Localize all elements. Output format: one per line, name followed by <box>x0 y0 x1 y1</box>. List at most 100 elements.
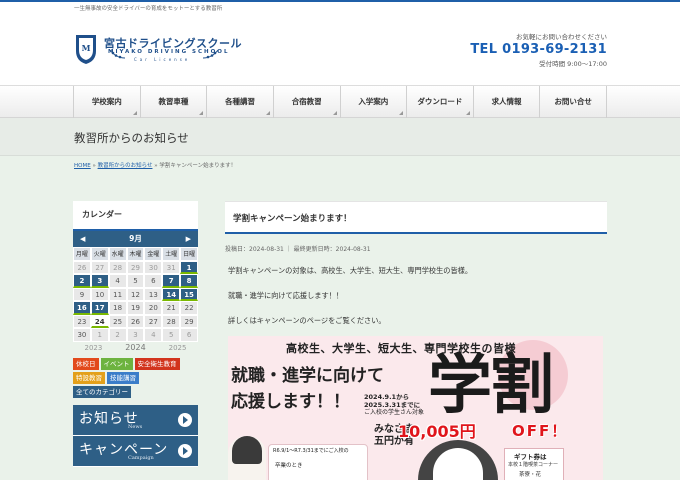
calendar-day[interactable]: 31 <box>162 260 181 274</box>
banner-subtitle: Campaign <box>128 454 154 461</box>
calendar-day[interactable]: 9 <box>73 287 91 301</box>
submenu-indicator-icon <box>332 111 337 115</box>
calendar-day[interactable]: 19 <box>126 301 145 315</box>
calendar-day[interactable]: 8 <box>180 274 198 288</box>
calendar-day[interactable]: 24 <box>90 314 109 328</box>
calendar-day[interactable]: 18 <box>108 301 127 315</box>
calendar-day[interactable]: 30 <box>73 328 91 342</box>
news-banner[interactable]: お知らせ News <box>73 404 198 436</box>
calendar-grid: 月曜 火曜 水曜 木曜 金曜 土曜 日曜 <box>73 247 198 261</box>
contact-block: お気軽にお問い合わせください TEL 0193-69-2131 受付時間 9:0… <box>470 31 607 68</box>
laurel-left-icon <box>109 49 126 59</box>
flyer-line-1: 就職・進学に向けて <box>231 366 384 386</box>
nav-item-vehicle-types[interactable]: 教習車種 <box>141 86 208 118</box>
calendar-day[interactable]: 16 <box>73 301 91 315</box>
calendar-day[interactable]: 21 <box>162 301 181 315</box>
calendar-day[interactable]: 4 <box>108 274 127 288</box>
breadcrumb: HOME » 教習所からのお知らせ » 学割キャンペーン始まります！ <box>74 161 236 169</box>
calendar-day[interactable]: 14 <box>162 287 181 301</box>
category-tag[interactable]: 全てのカテゴリー <box>73 385 131 398</box>
breadcrumb-home[interactable]: HOME <box>74 163 91 169</box>
calendar-day[interactable]: 12 <box>126 287 145 301</box>
calendar-day[interactable]: 28 <box>162 314 181 328</box>
flyer-line-2: 応援します！！ <box>231 392 350 412</box>
submenu-indicator-icon <box>465 111 470 115</box>
logo-subtext: Car License <box>134 57 191 62</box>
calendar-day[interactable]: 6 <box>180 328 198 342</box>
arrow-right-circle-icon <box>178 443 192 458</box>
flyer-off-label: OFF！ <box>512 422 569 440</box>
page-title-bar: 教習所からのお知らせ <box>0 118 680 156</box>
calendar-day[interactable]: 23 <box>73 314 91 328</box>
flyer-discount-amount: 10,005円 <box>398 422 476 441</box>
calendar-day[interactable]: 1 <box>180 260 198 274</box>
calendar-day[interactable]: 4 <box>144 328 163 342</box>
banner-title: キャンペーン <box>79 441 169 458</box>
calendar-day[interactable]: 6 <box>144 274 163 288</box>
calendar-day[interactable]: 20 <box>144 301 163 315</box>
flyer-big-text: 学割 <box>428 348 554 423</box>
calendar-day[interactable]: 26 <box>73 260 91 274</box>
breadcrumb-current: 学割キャンペーン始まります！ <box>159 163 237 169</box>
category-tag[interactable]: 安全衛生教育 <box>134 357 180 370</box>
site-tagline: 一生無事故の安全ドライバーの育成をモットーとする教習所 <box>74 6 223 12</box>
breadcrumb-separator: » <box>92 163 96 169</box>
category-tag[interactable]: 特設教習 <box>73 371 105 384</box>
calendar-day[interactable]: 27 <box>144 314 163 328</box>
post-body: 学割キャンペーンの対象は、高校生、大学生、短大生、専門学校生の皆様。 就職・進学… <box>225 266 607 326</box>
calendar-day[interactable]: 2 <box>108 328 127 342</box>
calendar-day[interactable]: 10 <box>90 287 109 301</box>
breadcrumb-section[interactable]: 教習所からのお知らせ <box>98 163 153 169</box>
nav-item-admission[interactable]: 入学案内 <box>341 86 408 118</box>
next-month-icon[interactable]: ▶ <box>186 231 191 247</box>
calendar-day[interactable]: 3 <box>90 274 109 288</box>
top-bar: 一生無事故の安全ドライバーの育成をモットーとする教習所 <box>0 0 680 13</box>
site-logo[interactable]: M 宮古ドライビングスクール MIYAKO DRIVING SCHOOL Car… <box>74 33 242 69</box>
category-tag[interactable]: 技能講習 <box>107 371 139 384</box>
calendar-day[interactable]: 25 <box>108 314 127 328</box>
calendar-day[interactable]: 11 <box>108 287 127 301</box>
prev-month-icon[interactable]: ◀ <box>80 231 85 247</box>
weekday-header: 日曜 <box>180 247 198 261</box>
nav-item-download[interactable]: ダウンロード <box>407 86 474 118</box>
gift-info-box: ギフト券は 本校１階喫茶コーナー 茶寮・花 <box>504 448 564 480</box>
campaign-banner[interactable]: キャンペーン Campaign <box>73 435 198 467</box>
breadcrumb-separator: » <box>154 163 158 169</box>
calendar-day[interactable]: 17 <box>90 301 109 315</box>
post-paragraph: 詳しくはキャンペーンのページをご覧ください。 <box>228 316 386 325</box>
nav-item-contact[interactable]: お問い合せ <box>540 86 607 118</box>
calendar-day[interactable]: 5 <box>162 328 181 342</box>
post-title: 学割キャンペーン始まります！ <box>225 201 607 234</box>
calendar-day[interactable]: 29 <box>126 260 145 274</box>
nav-item-camp-training[interactable]: 合宿教習 <box>274 86 341 118</box>
next-year-link[interactable]: 2025 <box>169 342 187 354</box>
calendar-day[interactable]: 7 <box>162 274 181 288</box>
calendar-day[interactable]: 5 <box>126 274 145 288</box>
calendar-day[interactable]: 13 <box>144 287 163 301</box>
flyer-target: ご入校の学生さん対象 <box>364 409 425 416</box>
category-tag[interactable]: 休校日 <box>73 357 99 370</box>
calendar-day[interactable]: 3 <box>126 328 145 342</box>
prev-year-link[interactable]: 2023 <box>84 342 102 354</box>
category-tag[interactable]: イベント <box>100 357 133 370</box>
calendar-day[interactable]: 22 <box>180 301 198 315</box>
weekday-header: 木曜 <box>126 247 145 261</box>
nav-item-about[interactable]: 学校案内 <box>74 86 141 118</box>
calendar-day[interactable]: 15 <box>180 287 198 301</box>
weekday-header: 金曜 <box>144 247 163 261</box>
calendar-heading: カレンダー <box>73 201 198 231</box>
nav-item-courses[interactable]: 各種講習 <box>207 86 274 118</box>
nav-item-jobs[interactable]: 求人情報 <box>474 86 541 118</box>
page-title: 教習所からのお知らせ <box>74 131 189 145</box>
calendar-day[interactable]: 27 <box>90 260 109 274</box>
phone-number[interactable]: TEL 0193-69-2131 <box>470 42 607 57</box>
calendar-day[interactable]: 29 <box>180 314 198 328</box>
post-paragraph: 学割キャンペーンの対象は、高校生、大学生、短大生、専門学校生の皆様。 <box>228 266 473 275</box>
calendar-day[interactable]: 30 <box>144 260 163 274</box>
office-hours: 受付時間 9:00〜17:00 <box>539 60 607 68</box>
calendar-day[interactable]: 2 <box>73 274 91 288</box>
calendar-day[interactable]: 1 <box>90 328 109 342</box>
calendar-year-nav: 2023 2024 2025 <box>73 342 198 354</box>
calendar-day[interactable]: 28 <box>108 260 127 274</box>
calendar-day[interactable]: 26 <box>126 314 145 328</box>
